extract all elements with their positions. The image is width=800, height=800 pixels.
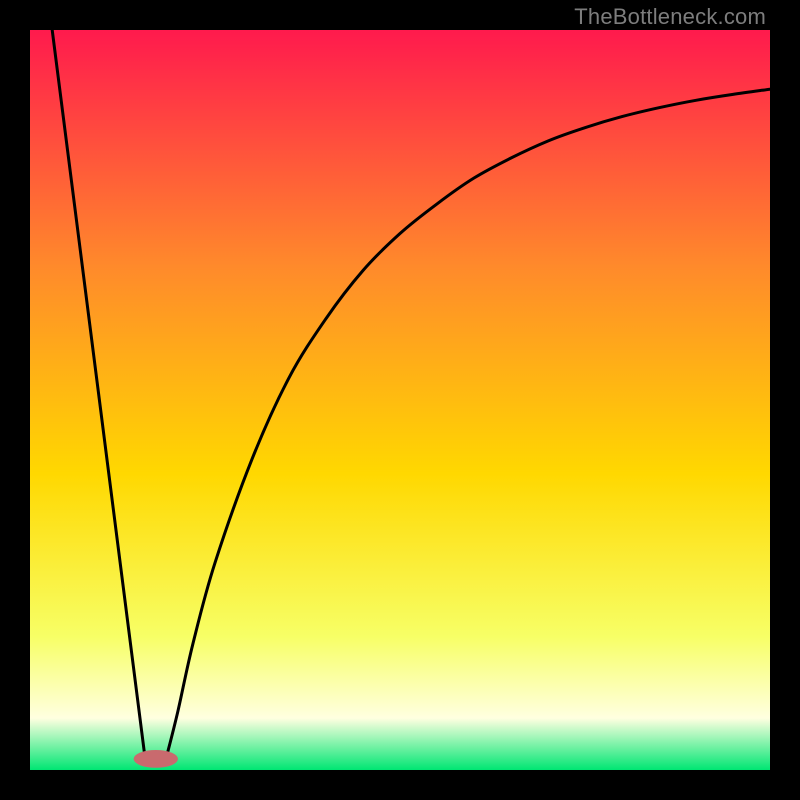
optimal-point-marker <box>134 750 178 768</box>
chart-frame: TheBottleneck.com <box>0 0 800 800</box>
plot-area <box>30 30 770 770</box>
gradient-background <box>30 30 770 770</box>
watermark-label: TheBottleneck.com <box>574 4 766 30</box>
bottleneck-chart <box>30 30 770 770</box>
